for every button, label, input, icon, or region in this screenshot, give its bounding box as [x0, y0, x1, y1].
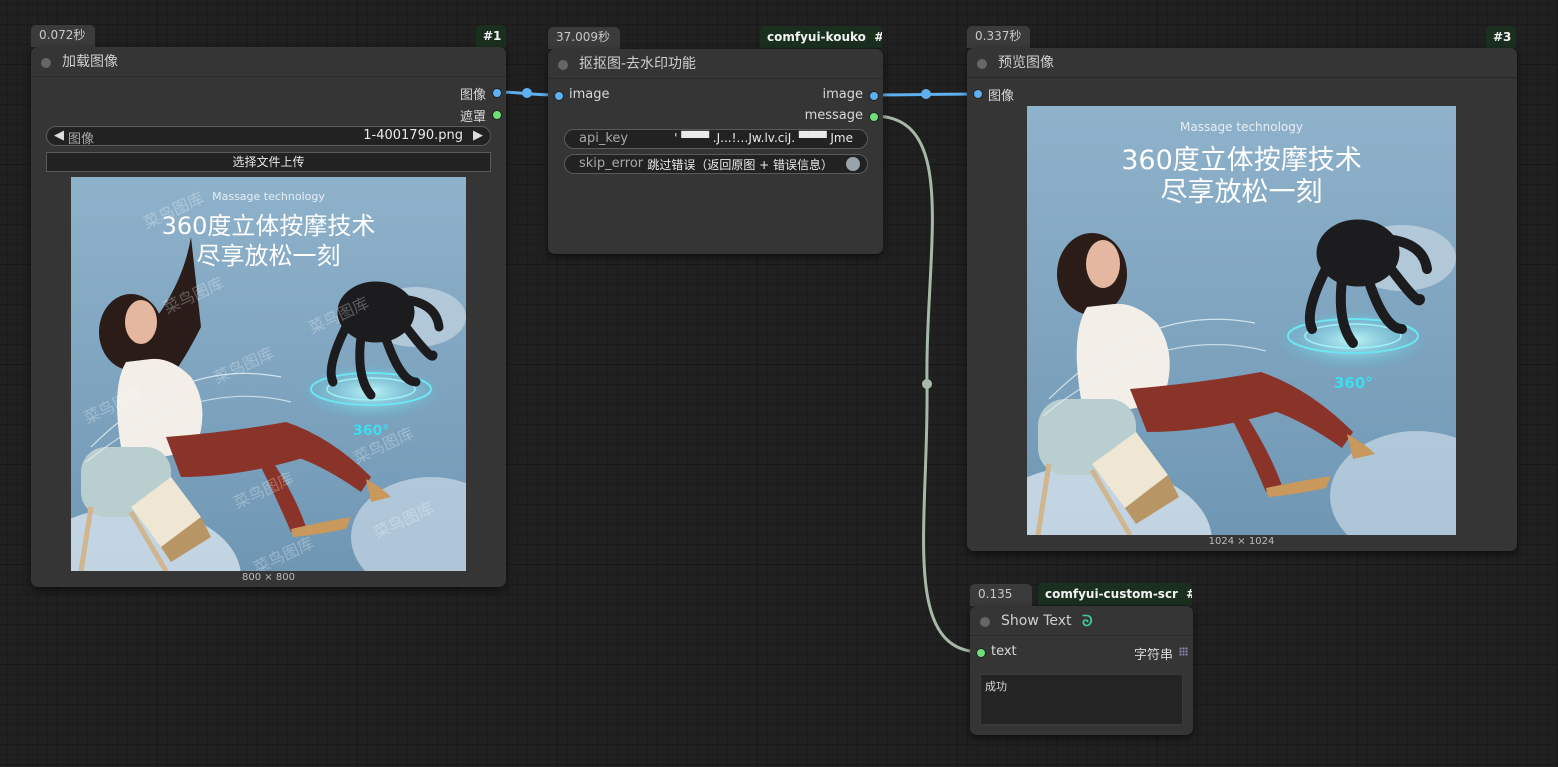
- image-select-combo[interactable]: ◀ 图像 1-4001790.png ▶: [46, 126, 491, 147]
- input-label-image: image: [569, 87, 610, 102]
- image-size-label: 800 × 800: [242, 572, 295, 583]
- node-pack-name: comfyui-custom-scr: [1045, 587, 1178, 601]
- exec-time-badge: 0.135秒: [970, 584, 1032, 621]
- collapse-dot-icon[interactable]: [558, 60, 568, 70]
- api-key-label: api_key: [579, 131, 629, 146]
- kouko-watermark-removal-node[interactable]: 抠抠图-去水印功能 image image message api_key ' …: [548, 49, 883, 254]
- output-port-mask[interactable]: [492, 110, 502, 120]
- node-title-bar[interactable]: 预览图像: [967, 48, 1517, 78]
- poster-degree-text: 360°: [1334, 374, 1373, 392]
- upload-file-button[interactable]: 选择文件上传: [46, 152, 491, 172]
- output-image-preview: Massage technology 360度立体按摩技术 尽享放松一刻 360…: [1027, 106, 1456, 535]
- show-text-node[interactable]: Show Text ᘐ text 字符串 成功: [970, 606, 1193, 735]
- poster-brand-text: Massage technology: [212, 190, 325, 203]
- combo-right-arrow-icon[interactable]: ▶: [473, 128, 483, 143]
- skip-error-value: 跳过错误（返回原图 + 错误信息）: [647, 158, 833, 172]
- skip-error-toggle[interactable]: skip_error 跳过错误（返回原图 + 错误信息）: [564, 154, 868, 174]
- exec-time-badge: 0.337秒: [967, 26, 1030, 48]
- combo-left-arrow-icon[interactable]: ◀: [54, 128, 64, 143]
- exec-time-badge: 0.072秒: [31, 25, 95, 47]
- node-id-tag: comfyui-custom-scr #5: [1038, 583, 1192, 605]
- input-port-text[interactable]: [976, 648, 986, 658]
- poster-headline-2: 尽享放松一刻: [1160, 177, 1323, 208]
- node-id-tag: #3: [1486, 26, 1516, 48]
- api-key-value: ' ▀▀▀ .J...!…Jw.lv.ciJ. ▀▀▀ Jme: [674, 131, 853, 145]
- output-port-image[interactable]: [869, 91, 879, 101]
- input-image-preview: Massage technology 360度立体按摩技术 尽享放松一刻 360…: [71, 177, 466, 571]
- input-label-text: text: [991, 644, 1017, 659]
- poster-brand-text: Massage technology: [1179, 120, 1303, 134]
- node-title: Show Text: [1001, 613, 1072, 629]
- load-image-node[interactable]: 加载图像 图像 遮罩 ◀ 图像 1-4001790.png ▶ 选择文件上传 M…: [31, 47, 506, 587]
- combo-value: 1-4001790.png: [363, 128, 463, 143]
- output-port-image[interactable]: [492, 88, 502, 98]
- output-label-image: 图像: [459, 88, 486, 103]
- input-port-image[interactable]: [973, 89, 983, 99]
- preview-image-node[interactable]: 预览图像 图像 Massage technology 360度立体按摩技术 尽享…: [967, 48, 1517, 551]
- text-output-area[interactable]: 成功: [980, 674, 1183, 725]
- output-label-mask: 遮罩: [459, 110, 486, 125]
- api-key-field[interactable]: api_key ' ▀▀▀ .J...!…Jw.lv.ciJ. ▀▀▀ Jme: [564, 129, 868, 149]
- node-title-bar[interactable]: 加载图像: [31, 47, 506, 77]
- output-label-image: image: [822, 87, 864, 102]
- node-pack-name: comfyui-kouko: [767, 30, 866, 44]
- exec-time-badge: 37.009秒: [548, 27, 620, 49]
- collapse-dot-icon[interactable]: [980, 617, 990, 627]
- collapse-dot-icon[interactable]: [977, 59, 987, 69]
- node-title: 加载图像: [62, 54, 118, 70]
- node-title-bar[interactable]: 抠抠图-去水印功能: [548, 49, 883, 79]
- node-title: 预览图像: [998, 55, 1054, 71]
- snake-icon: ᘐ: [1082, 612, 1093, 630]
- node-id: #5: [1186, 587, 1192, 601]
- output-label-string: 字符串: [1133, 648, 1173, 663]
- node-id-tag: comfyui-kouko #9: [760, 26, 882, 48]
- input-port-image[interactable]: [554, 91, 564, 101]
- toggle-knob-icon[interactable]: [846, 157, 860, 171]
- skip-error-label: skip_error: [579, 156, 644, 171]
- combo-label: 图像: [68, 132, 95, 147]
- node-id: #9: [874, 30, 882, 44]
- output-port-message[interactable]: [869, 112, 879, 122]
- input-label-image: 图像: [988, 89, 1015, 104]
- poster-headline-2: 尽享放松一刻: [196, 242, 341, 270]
- node-title-bar[interactable]: Show Text ᘐ: [970, 606, 1193, 636]
- image-size-label: 1024 × 1024: [1208, 536, 1275, 547]
- output-label-message: message: [804, 108, 863, 123]
- collapse-dot-icon[interactable]: [41, 58, 51, 68]
- node-title: 抠抠图-去水印功能: [579, 56, 697, 72]
- grid-port-icon[interactable]: [1179, 647, 1188, 656]
- node-id-tag: #1: [476, 25, 506, 47]
